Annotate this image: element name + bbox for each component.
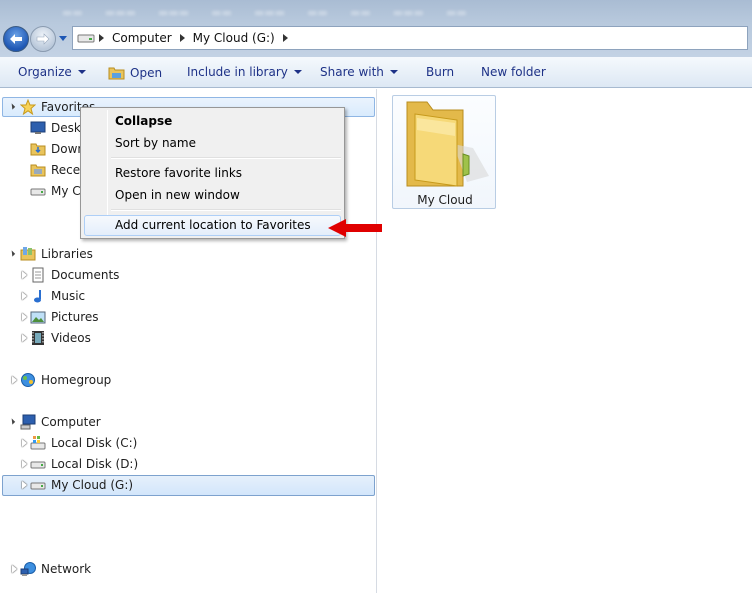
menu-separator — [111, 209, 341, 211]
nav-computer[interactable]: Computer — [20, 412, 101, 432]
nav-item-label: Music — [51, 289, 86, 303]
nav-computer-label: Computer — [41, 415, 101, 429]
include-in-library-button[interactable]: Include in library — [187, 65, 302, 79]
menu-item-open-in-new-window[interactable]: Open in new window — [115, 185, 240, 205]
open-label: Open — [130, 65, 163, 80]
drive-icon — [30, 188, 46, 196]
folder-item-my-cloud[interactable]: My Cloud — [392, 95, 496, 209]
collapse-triangle-icon[interactable] — [22, 271, 27, 279]
organize-label: Organize — [18, 65, 72, 79]
nav-item-label: Local Disk (C:) — [51, 436, 138, 450]
drive-icon — [30, 482, 46, 490]
collapse-triangle-icon[interactable] — [22, 292, 27, 300]
collapse-triangle-icon[interactable] — [12, 565, 17, 573]
menu-item-collapse[interactable]: Collapse — [115, 111, 172, 131]
menu-separator — [111, 157, 341, 159]
recent-places-icon — [30, 164, 46, 177]
share-with-label: Share with — [320, 65, 384, 79]
nav-my-cloud-g[interactable]: My Cloud (G:) — [30, 475, 133, 495]
forward-arrow-icon — [36, 33, 50, 45]
music-icon — [34, 290, 41, 303]
nav-network-label: Network — [41, 562, 92, 576]
new-folder-button[interactable]: New folder — [481, 65, 546, 79]
videos-icon — [32, 331, 44, 345]
nav-libraries-pictures[interactable]: Pictures — [30, 307, 99, 327]
large-folder-icon — [406, 101, 489, 187]
menu-item-restore-favorite-links[interactable]: Restore favorite links — [115, 163, 242, 183]
expand-triangle-icon[interactable] — [8, 418, 16, 425]
nav-libraries-label: Libraries — [41, 247, 93, 261]
include-in-library-label: Include in library — [187, 65, 288, 79]
collapse-triangle-icon[interactable] — [22, 334, 27, 342]
history-dropdown-icon[interactable] — [58, 35, 68, 43]
context-menu: Collapse Sort by name Restore favorite l… — [80, 107, 345, 239]
breadcrumb-computer[interactable]: Computer — [112, 31, 172, 45]
collapse-triangle-icon[interactable] — [22, 313, 27, 321]
burn-button[interactable]: Burn — [426, 65, 454, 79]
nav-item-label: Local Disk (D:) — [51, 457, 139, 471]
nav-item-label: Videos — [51, 331, 91, 345]
chevron-down-icon — [293, 70, 302, 74]
address-bar[interactable]: Computer My Cloud (G:) — [72, 26, 748, 50]
new-folder-label: New folder — [481, 65, 546, 79]
open-folder-icon — [108, 67, 125, 80]
open-button[interactable]: Open — [108, 65, 162, 80]
nav-local-disk-c[interactable]: Local Disk (C:) — [30, 433, 137, 453]
chevron-down-icon — [389, 70, 398, 74]
drive-icon — [30, 461, 46, 469]
folder-label: My Cloud — [417, 193, 473, 207]
nav-item-label: My C — [51, 184, 81, 198]
collapse-triangle-icon[interactable] — [22, 439, 27, 447]
nav-favorites-desktop[interactable]: Deskt — [30, 118, 86, 138]
documents-icon — [32, 267, 44, 283]
nav-homegroup-label: Homegroup — [41, 373, 112, 387]
breadcrumb-separator-icon[interactable] — [99, 34, 104, 42]
organize-button[interactable]: Organize — [18, 65, 86, 79]
nav-item-label: Pictures — [51, 310, 99, 324]
breadcrumb-my-cloud[interactable]: My Cloud (G:) — [193, 31, 275, 45]
system-drive-icon — [30, 436, 46, 450]
nav-favorites-my-cloud[interactable]: My C — [30, 181, 81, 201]
nav-libraries-music[interactable]: Music — [30, 286, 85, 306]
drive-icon — [77, 34, 95, 43]
blurred-menu-bar: ▬▬ ▬▬▬ ▬▬▬ ▬▬ ▬▬▬ ▬▬ ▬▬ ▬▬▬ ▬▬ — [62, 6, 467, 19]
nav-item-label: My Cloud (G:) — [51, 478, 134, 492]
star-icon — [20, 99, 36, 115]
back-arrow-icon — [10, 34, 22, 44]
nav-network[interactable]: Network — [20, 559, 91, 579]
back-button[interactable] — [3, 26, 29, 52]
menu-item-sort-by-name[interactable]: Sort by name — [115, 133, 196, 153]
collapse-triangle-icon[interactable] — [22, 460, 27, 468]
content-pane: My Cloud — [378, 89, 752, 593]
nav-libraries-videos[interactable]: Videos — [30, 328, 91, 348]
window-titlebar: ▬▬ ▬▬▬ ▬▬▬ ▬▬ ▬▬▬ ▬▬ ▬▬ ▬▬▬ ▬▬ Computer My Cloud… — [0, 0, 752, 57]
breadcrumb-separator-icon[interactable] — [179, 34, 185, 42]
collapse-triangle-icon[interactable] — [12, 376, 17, 384]
nav-homegroup[interactable]: Homegroup — [20, 370, 111, 390]
pictures-icon — [30, 311, 46, 324]
homegroup-icon — [21, 373, 35, 387]
downloads-folder-icon — [30, 143, 46, 156]
libraries-icon — [20, 247, 36, 261]
desktop-icon — [30, 121, 46, 134]
nav-favorites-downloads[interactable]: Down — [30, 139, 85, 159]
annotation-arrow-icon — [328, 219, 382, 237]
forward-button[interactable] — [30, 26, 56, 52]
nav-item-label: Documents — [51, 268, 120, 282]
nav-favorites-recent[interactable]: Recer — [30, 160, 85, 180]
menu-item-add-current-location-to-favorites[interactable]: Add current location to Favorites — [115, 215, 311, 235]
breadcrumb-separator-icon[interactable] — [282, 34, 288, 42]
nav-local-disk-d[interactable]: Local Disk (D:) — [30, 454, 138, 474]
network-icon — [20, 562, 36, 576]
chevron-down-icon — [77, 70, 86, 74]
nav-libraries-documents[interactable]: Documents — [30, 265, 119, 285]
share-with-button[interactable]: Share with — [320, 65, 398, 79]
collapse-triangle-icon[interactable] — [22, 481, 27, 489]
burn-label: Burn — [426, 65, 455, 79]
command-bar: Organize Open Include in library Share w… — [0, 57, 752, 88]
expand-triangle-icon[interactable] — [8, 250, 16, 257]
nav-libraries[interactable]: Libraries — [20, 244, 93, 264]
computer-icon — [20, 414, 36, 430]
